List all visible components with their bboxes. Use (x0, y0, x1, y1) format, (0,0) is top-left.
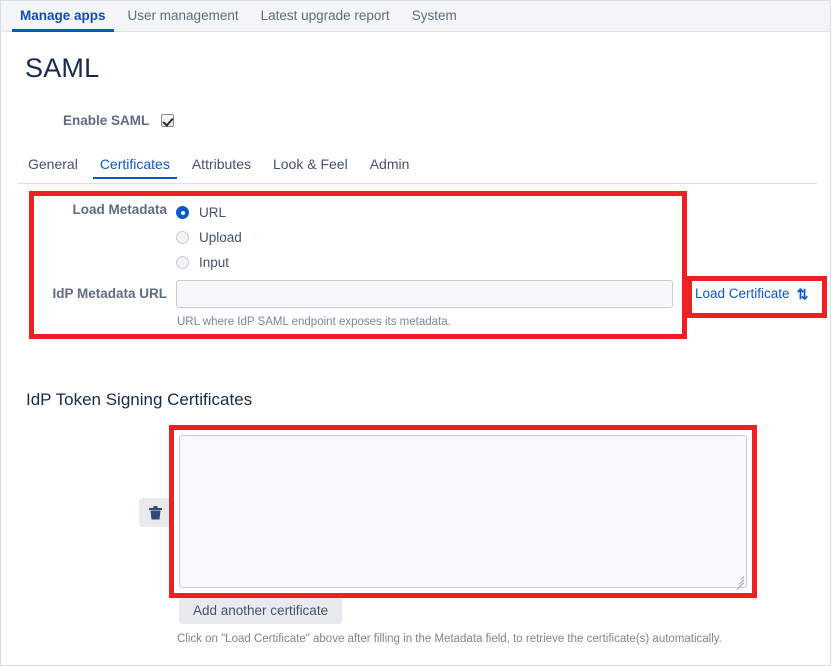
tab-label: Admin (369, 156, 410, 172)
add-another-certificate-button[interactable]: Add another certificate (179, 597, 343, 624)
idp-metadata-url-hint: URL where IdP SAML endpoint exposes its … (177, 316, 451, 328)
tab-label: Certificates (99, 156, 170, 172)
radio-dot-icon (176, 231, 189, 244)
tab-admin[interactable]: Admin (359, 156, 421, 179)
tab-label: Look & Feel (272, 156, 348, 172)
radio-label: Upload (199, 230, 242, 245)
top-navigation-bar: Manage apps User management Latest upgra… (1, 1, 830, 32)
trash-icon (149, 505, 162, 519)
radio-option-url[interactable]: URL (176, 200, 242, 225)
load-metadata-radio-group: URL Upload Input (176, 200, 242, 275)
topnav-tab-label: User management (127, 8, 239, 23)
load-metadata-label: Load Metadata (72, 202, 167, 217)
load-certificate-button[interactable]: Load Certificate ⇅ (695, 286, 808, 301)
topnav-tab-manage-apps[interactable]: Manage apps (9, 8, 117, 32)
load-certificate-label: Load Certificate (695, 286, 790, 301)
idp-metadata-url-input[interactable] (176, 280, 673, 308)
radio-dot-icon (176, 206, 189, 219)
tab-general[interactable]: General (17, 156, 89, 179)
radio-label: URL (199, 205, 227, 220)
radio-option-input[interactable]: Input (176, 250, 242, 275)
topnav-tab-system[interactable]: System (401, 9, 468, 31)
enable-saml-label: Enable SAML (63, 113, 150, 128)
radio-option-upload[interactable]: Upload (176, 225, 242, 250)
radio-dot-icon (176, 256, 189, 269)
tab-label: Attributes (191, 156, 251, 172)
saml-subtab-bar: General Certificates Attributes Look & F… (17, 156, 817, 184)
topnav-tab-latest-upgrade-report[interactable]: Latest upgrade report (250, 9, 401, 31)
radio-label: Input (199, 255, 230, 270)
topnav-tab-user-management[interactable]: User management (117, 9, 250, 31)
topnav-tab-label: Manage apps (20, 8, 106, 23)
topnav-tab-label: Latest upgrade report (260, 8, 390, 23)
certificates-hint: Click on "Load Certificate" above after … (177, 633, 722, 645)
up-down-arrows-icon: ⇅ (796, 285, 809, 302)
enable-saml-checkbox[interactable] (161, 114, 175, 127)
certificates-section-title: IdP Token Signing Certificates (26, 390, 253, 409)
tab-label: General (28, 156, 78, 172)
app-window: Manage apps User management Latest upgra… (0, 0, 831, 666)
delete-certificate-button[interactable] (139, 498, 172, 527)
idp-metadata-url-label: IdP Metadata URL (52, 286, 167, 301)
certificate-textarea[interactable] (179, 435, 747, 588)
tab-certificates[interactable]: Certificates (89, 156, 181, 179)
tab-look-and-feel[interactable]: Look & Feel (262, 156, 359, 179)
page-title: SAML (25, 53, 100, 83)
tab-attributes[interactable]: Attributes (181, 156, 262, 179)
enable-saml-row: Enable SAML (63, 113, 175, 128)
topnav-tab-label: System (411, 8, 457, 23)
